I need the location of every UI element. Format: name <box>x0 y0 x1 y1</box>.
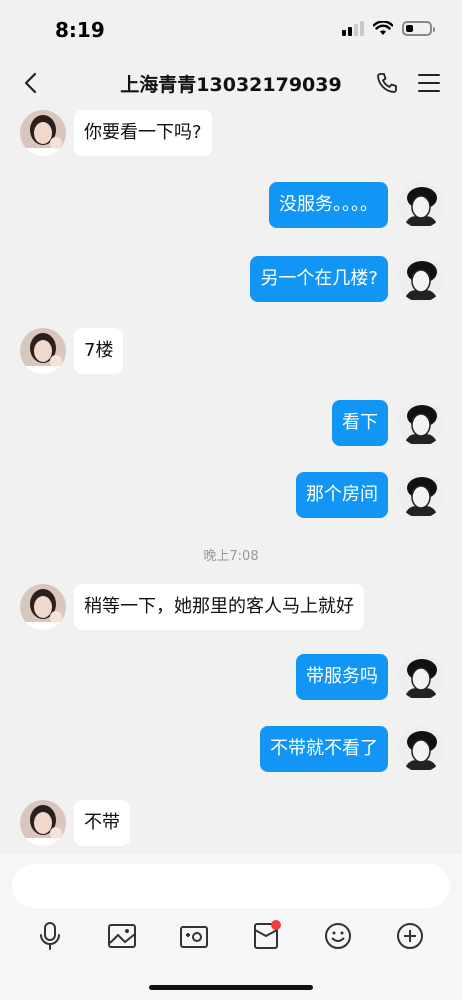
message-row: 不带就不看了 <box>0 726 462 772</box>
message-row: 稍等一下，她那里的客人马上就好 <box>0 584 462 630</box>
more-button[interactable] <box>390 916 430 956</box>
emoji-button[interactable] <box>318 916 358 956</box>
avatar[interactable] <box>398 726 444 772</box>
message-bubble[interactable]: 另一个在几楼? <box>250 256 388 302</box>
wifi-icon <box>373 20 393 35</box>
message-bubble[interactable]: 没服务。。。。 <box>269 182 388 228</box>
status-time: 8:19 <box>55 18 105 42</box>
avatar[interactable] <box>398 256 444 302</box>
image-icon <box>108 924 136 948</box>
avatar[interactable] <box>20 328 66 374</box>
chat-history[interactable]: 你要看一下吗? 没服务。。。。 另一个在几楼? 7楼 看下 那个房间 晚上7:0… <box>0 106 462 854</box>
message-bubble[interactable]: 不带 <box>74 800 130 846</box>
message-row: 不带 <box>0 800 462 846</box>
voice-button[interactable] <box>30 916 70 956</box>
message-input[interactable] <box>12 864 450 908</box>
message-bubble[interactable]: 那个房间 <box>296 472 388 518</box>
microphone-icon <box>40 922 60 950</box>
camera-icon <box>180 926 208 948</box>
menu-icon <box>418 74 440 92</box>
message-row: 你要看一下吗? <box>0 110 462 156</box>
message-row: 没服务。。。。 <box>0 182 462 228</box>
message-bubble[interactable]: 带服务吗 <box>296 654 388 700</box>
composer <box>0 854 462 1000</box>
phone-icon <box>377 73 397 93</box>
composer-toolbar <box>0 916 462 956</box>
message-bubble[interactable]: 看下 <box>332 400 388 446</box>
message-row: 看下 <box>0 400 462 446</box>
message-row: 另一个在几楼? <box>0 256 462 302</box>
message-row: 7楼 <box>0 328 462 374</box>
message-row: 带服务吗 <box>0 654 462 700</box>
message-bubble[interactable]: 稍等一下，她那里的客人马上就好 <box>74 584 364 630</box>
menu-button[interactable] <box>414 68 444 98</box>
status-bar: 8:19 <box>0 0 462 60</box>
avatar[interactable] <box>20 584 66 630</box>
red-packet-button[interactable] <box>246 916 286 956</box>
call-button[interactable] <box>372 68 402 98</box>
album-button[interactable] <box>102 916 142 956</box>
avatar[interactable] <box>398 400 444 446</box>
emoji-icon <box>325 923 351 949</box>
signal-icon <box>342 20 364 36</box>
plus-icon <box>397 923 423 949</box>
camera-button[interactable] <box>174 916 214 956</box>
home-indicator[interactable] <box>149 985 313 990</box>
message-bubble[interactable]: 不带就不看了 <box>260 726 388 772</box>
avatar[interactable] <box>20 800 66 846</box>
avatar[interactable] <box>398 472 444 518</box>
nav-bar: 上海青青13032179039 <box>0 58 462 106</box>
timestamp: 晚上7:08 <box>203 549 259 564</box>
status-icons <box>342 20 435 36</box>
notification-dot <box>271 920 281 930</box>
message-bubble[interactable]: 你要看一下吗? <box>74 110 212 156</box>
message-row: 那个房间 <box>0 472 462 518</box>
avatar[interactable] <box>20 110 66 156</box>
avatar[interactable] <box>398 182 444 228</box>
message-bubble[interactable]: 7楼 <box>74 328 124 374</box>
battery-icon <box>402 20 435 36</box>
avatar[interactable] <box>398 654 444 700</box>
